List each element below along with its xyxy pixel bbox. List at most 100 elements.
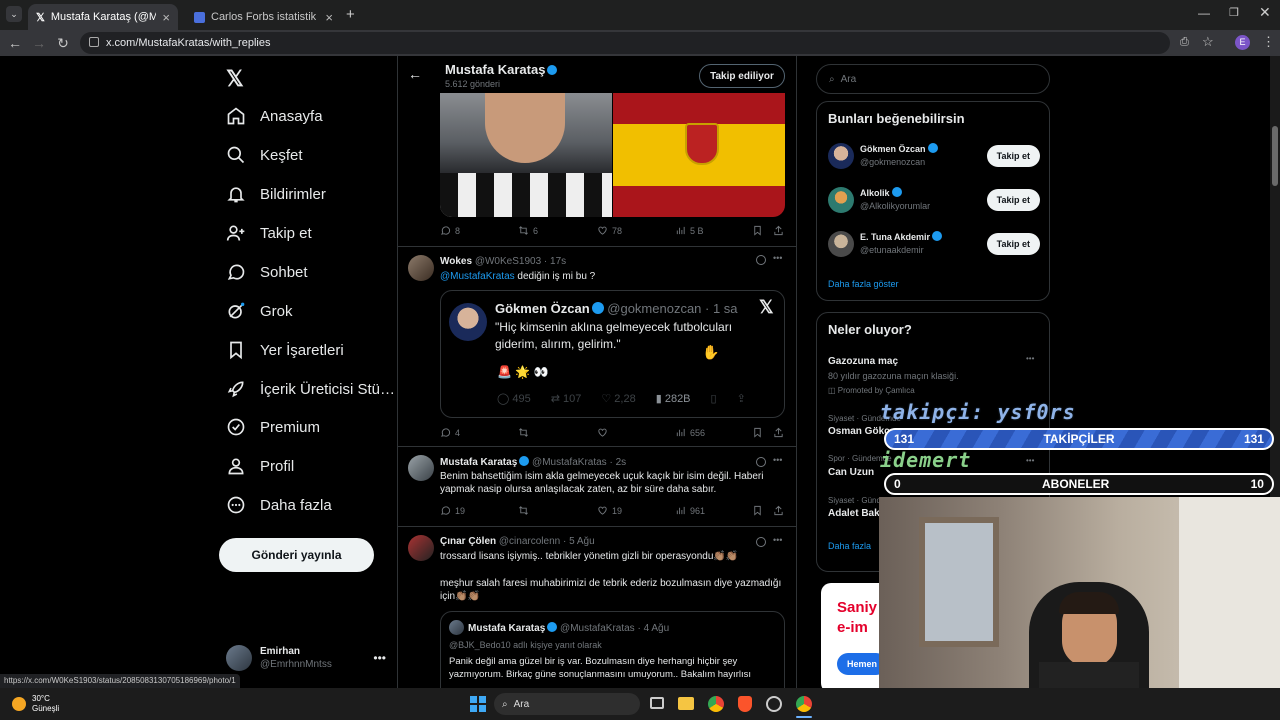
share-button[interactable] — [773, 427, 784, 438]
share-button[interactable] — [773, 225, 784, 236]
sidebar-item-home[interactable]: Anasayfa — [226, 102, 323, 130]
restore-window-icon[interactable]: ❐ — [1229, 6, 1239, 19]
tweet-author-handle[interactable]: @W0KeS1903 — [475, 256, 541, 267]
brave-icon[interactable] — [738, 696, 752, 712]
avatar[interactable] — [408, 255, 434, 281]
suggestion-item[interactable]: Gökmen Özcan @gokmenozcan Takip et — [828, 140, 1040, 172]
sidebar-item-notifications[interactable]: Bildirimler — [226, 180, 326, 208]
follow-button[interactable]: Takip et — [986, 233, 1040, 255]
sidebar-item-follow[interactable]: Takip et — [226, 219, 312, 247]
sidebar-item-bookmarks[interactable]: Yer İşaretleri — [226, 336, 344, 364]
reload-icon[interactable]: ↻ — [51, 35, 75, 52]
profile-avatar[interactable]: E — [1235, 35, 1250, 50]
post-button[interactable]: Gönderi yayınla — [219, 538, 374, 572]
quoted-tweet[interactable]: Mustafa Karataş @MustafaKratas · 4 Ağu @… — [440, 611, 785, 688]
reply-button[interactable]: 8 — [440, 225, 460, 236]
follow-button[interactable]: Takip et — [986, 145, 1040, 167]
task-view-icon[interactable] — [650, 697, 664, 709]
more-dots-icon[interactable]: ••• — [1026, 456, 1034, 465]
more-dots-icon[interactable]: ••• — [773, 253, 782, 263]
address-bar[interactable]: x.com/MustafaKratas/with_replies — [80, 32, 1170, 54]
tweet-author-handle[interactable]: @MustafaKratas — [532, 457, 607, 468]
more-dots-icon[interactable]: ••• — [373, 651, 386, 665]
search-input[interactable]: ⌕ Ara — [816, 64, 1050, 94]
grok-icon[interactable] — [756, 537, 766, 547]
x-logo-icon[interactable]: 𝕏 — [226, 66, 244, 92]
embedded-image-card[interactable]: Gökmen Özcan @gokmenozcan · 1 sa 𝕏 "Hiç … — [440, 290, 785, 418]
tweet-time[interactable]: 2s — [616, 457, 627, 468]
sidebar-item-creator-studio[interactable]: İçerik Üreticisi Stü… — [226, 375, 395, 403]
avatar[interactable] — [408, 535, 434, 561]
steam-icon[interactable] — [766, 696, 782, 712]
like-button[interactable]: 78 — [597, 225, 622, 236]
like-button[interactable]: 19 — [597, 505, 622, 516]
ad-cta-button[interactable]: Hemen — [837, 653, 881, 675]
site-info-icon[interactable] — [89, 37, 99, 47]
suggestion-item[interactable]: E. Tuna Akdemir @etunaakdemir Takip et — [828, 228, 1040, 260]
bookmark-button[interactable] — [752, 225, 763, 236]
file-explorer-icon[interactable] — [678, 697, 694, 710]
views-button[interactable]: 961 — [675, 505, 705, 516]
close-window-icon[interactable]: ✕ — [1259, 4, 1271, 21]
tweet-time[interactable]: 5 Ağu — [569, 536, 595, 547]
retweet-button[interactable] — [518, 427, 529, 438]
weather-widget[interactable]: 30°C Güneşli — [12, 694, 59, 714]
close-tab-icon[interactable]: × — [325, 10, 333, 25]
share-button[interactable] — [773, 505, 784, 516]
bookmark-button[interactable] — [752, 505, 763, 516]
more-dots-icon[interactable]: ••• — [1026, 354, 1034, 363]
following-button[interactable]: Takip ediliyor — [699, 64, 785, 88]
browser-tab-active[interactable]: 𝕏 Mustafa Karataş (@MustafaKra… × — [28, 4, 178, 30]
follow-button[interactable]: Takip et — [986, 189, 1040, 211]
tweet-author-name[interactable]: Wokes — [440, 256, 472, 267]
sidebar-item-explore[interactable]: Keşfet — [226, 141, 303, 169]
trend-title[interactable]: Gazozuna maç — [828, 356, 898, 367]
retweet-button[interactable] — [518, 505, 529, 516]
sidebar-item-more[interactable]: Daha fazla — [226, 491, 332, 519]
tweet-author-handle[interactable]: @cinarcolenn — [499, 536, 560, 547]
back-arrow-icon[interactable]: ← — [408, 66, 422, 82]
bookmark-star-icon[interactable]: ☆ — [1202, 34, 1214, 50]
trend-title[interactable]: Adalet Bak — [828, 508, 880, 519]
retweet-button[interactable]: 6 — [518, 225, 538, 236]
close-tab-icon[interactable]: × — [162, 10, 170, 25]
grok-icon[interactable] — [756, 255, 766, 265]
sidebar-item-premium[interactable]: Premium — [226, 413, 320, 441]
tweet-image-player[interactable] — [440, 93, 612, 217]
account-switcher[interactable]: Emirhan @EmrhnnMntss ••• — [226, 640, 386, 676]
ad-card[interactable]: Saniy e-im Hemen — [821, 583, 881, 688]
grok-icon[interactable] — [756, 457, 766, 467]
tab-search-button[interactable]: ⌄ — [6, 6, 22, 22]
show-more-link[interactable]: Daha fazla — [828, 541, 871, 551]
taskbar-search[interactable]: ⌕ Ara — [494, 693, 640, 715]
reply-button[interactable]: 4 — [440, 427, 460, 438]
sidebar-item-chat[interactable]: Sohbet — [226, 258, 308, 286]
more-dots-icon[interactable]: ••• — [773, 535, 782, 545]
bookmark-button[interactable] — [752, 427, 763, 438]
trend-title[interactable]: Can Uzun — [828, 467, 874, 478]
new-tab-button[interactable]: + — [346, 6, 355, 23]
minimize-window-icon[interactable]: — — [1198, 6, 1210, 20]
avatar[interactable] — [408, 455, 434, 481]
browser-tab[interactable]: Carlos Forbs istatistikleri ve rey… × — [186, 4, 341, 30]
sidebar-item-profile[interactable]: Profil — [226, 452, 294, 480]
suggestion-item[interactable]: Alkolik @Alkolikyorumlar Takip et — [828, 184, 1040, 216]
views-button[interactable]: 656 — [675, 427, 705, 438]
views-button[interactable]: 5 B — [675, 225, 704, 236]
tweet-time[interactable]: 17s — [550, 256, 566, 267]
show-more-link[interactable]: Daha fazla göster — [828, 279, 899, 289]
back-icon[interactable]: ← — [3, 35, 27, 51]
tweet-author-name[interactable]: Çınar Çölen — [440, 536, 496, 547]
chrome-active-icon[interactable] — [796, 696, 812, 712]
tweet-author-name[interactable]: Mustafa Karataş — [440, 457, 517, 468]
reply-button[interactable]: 19 — [440, 505, 465, 516]
chrome-icon[interactable] — [708, 696, 724, 712]
more-dots-icon[interactable]: ••• — [773, 455, 782, 465]
menu-kebab-icon[interactable]: ⋮ — [1262, 34, 1275, 50]
forward-icon[interactable]: → — [27, 35, 51, 51]
start-button[interactable] — [470, 696, 486, 712]
install-app-icon[interactable]: ⎙ — [1180, 36, 1189, 49]
mention-link[interactable]: @MustafaKratas — [440, 271, 515, 282]
like-button[interactable] — [597, 427, 608, 438]
tweet-image-flag[interactable] — [613, 93, 785, 217]
